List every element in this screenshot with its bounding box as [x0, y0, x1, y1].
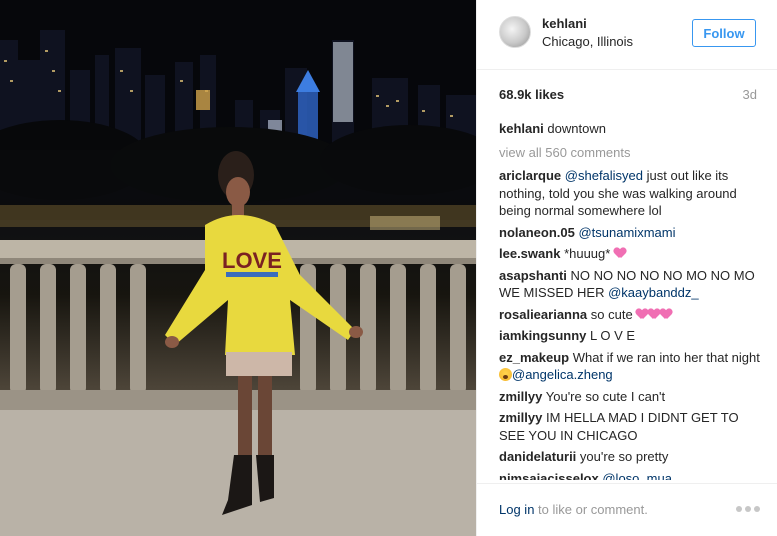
comment-row: iamkingsunny L O V E — [499, 327, 761, 345]
comment-row: asapshanti NO NO NO NO NO MO NO MO WE MI… — [499, 267, 761, 302]
comment-username[interactable]: zmillyy — [499, 410, 542, 425]
comment-mention[interactable]: @kaaybanddz_ — [608, 285, 699, 300]
post-age[interactable]: 3d — [743, 87, 757, 102]
comment-container: ariclarque @shefalisyed just out like it… — [499, 167, 761, 480]
view-all-comments-link[interactable]: view all 560 comments — [499, 144, 761, 162]
face-emoji-icon — [499, 368, 512, 381]
comment-row: danidelaturii you're so pretty — [499, 448, 761, 466]
photo-scene: LOVE — [0, 0, 476, 536]
comment-row: zmillyy You're so cute I can't — [499, 388, 761, 406]
comment-row: nimsaiacisselox @loso_mua — [499, 470, 761, 481]
caption-text: downtown — [547, 121, 606, 136]
dot — [754, 506, 760, 512]
comment-username[interactable]: nimsaiacisselox — [499, 471, 599, 481]
post-footer: Log in to like or comment. — [477, 483, 777, 536]
comment-row: nolaneon.05 @tsunamixmami — [499, 224, 761, 242]
more-options-icon[interactable] — [736, 506, 760, 512]
comments-list[interactable]: kehlani downtown view all 560 comments a… — [499, 120, 761, 480]
comment-mention[interactable]: @loso_mua — [602, 471, 672, 481]
comment-row: ariclarque @shefalisyed just out like it… — [499, 167, 761, 220]
comment-row: ez_makeup What if we ran into her that n… — [499, 349, 761, 384]
caption-username[interactable]: kehlani — [499, 121, 544, 136]
post-location[interactable]: Chicago, Illinois — [542, 34, 633, 49]
heart-emoji-icon — [660, 309, 672, 320]
comment-text: you're so pretty — [579, 449, 669, 464]
dot — [745, 506, 751, 512]
comment-username[interactable]: lee.swank — [499, 246, 560, 261]
post-photo: LOVE — [0, 0, 476, 536]
comment-text: What if we ran into her that night — [572, 349, 760, 365]
comment-text: You're so cute I can't — [545, 388, 666, 404]
comment-mention[interactable]: @angelica.zheng — [512, 367, 613, 382]
avatar[interactable] — [499, 16, 531, 48]
comment-username[interactable]: zmillyy — [499, 389, 542, 404]
post-sidebar: kehlani Chicago, Illinois Follow 68.9k l… — [476, 0, 777, 536]
post-header: kehlani Chicago, Illinois Follow — [477, 0, 777, 70]
post-caption: kehlani downtown — [499, 120, 761, 138]
likes-count[interactable]: 68.9k likes — [499, 87, 564, 102]
dot — [736, 506, 742, 512]
comment-username[interactable]: nolaneon.05 — [499, 225, 575, 240]
svg-text:LOVE: LOVE — [222, 248, 282, 273]
comment-username[interactable]: asapshanti — [499, 268, 567, 283]
comment-text: *huuug* — [564, 246, 614, 261]
comment-mention[interactable]: @shefalisyed — [565, 168, 643, 183]
comment-text: so cute — [590, 306, 637, 322]
follow-button[interactable]: Follow — [692, 19, 756, 47]
heart-emoji-icon — [614, 248, 626, 259]
comment-mention[interactable]: @tsunamixmami — [578, 225, 675, 240]
comment-row: rosaliearianna so cute — [499, 306, 761, 324]
comment-username[interactable]: iamkingsunny — [499, 328, 586, 343]
comment-text: L O V E — [590, 328, 636, 343]
comment-row: zmillyy IM HELLA MAD I DIDNT GET TO SEE … — [499, 409, 761, 444]
comment-username[interactable]: danidelaturii — [499, 449, 576, 464]
post-username[interactable]: kehlani — [542, 16, 587, 31]
comment-username[interactable]: rosaliearianna — [499, 307, 587, 322]
login-suffix: to like or comment. — [534, 502, 648, 517]
login-prompt: Log in to like or comment. — [499, 502, 648, 517]
comment-username[interactable]: ez_makeup — [499, 350, 569, 365]
comment-row: lee.swank *huuug* — [499, 245, 761, 263]
login-link[interactable]: Log in — [499, 502, 534, 517]
comment-username[interactable]: ariclarque — [499, 168, 561, 183]
